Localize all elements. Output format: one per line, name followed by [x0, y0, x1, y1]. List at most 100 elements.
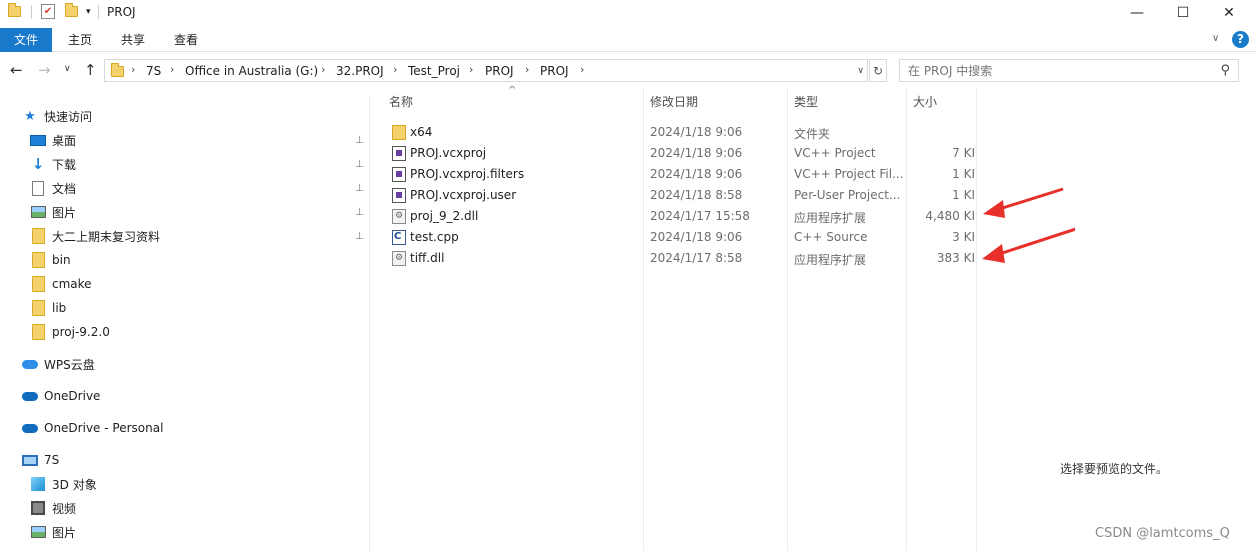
refresh-button[interactable]: ↻ [869, 59, 887, 82]
wps-cloud-icon [22, 359, 38, 369]
tab-share[interactable]: 共享 [111, 28, 155, 52]
file-row[interactable]: PROJ.vcxproj.user 2024/1/18 8:58 Per-Use… [380, 185, 977, 206]
breadcrumb-separator[interactable]: › [131, 63, 135, 76]
dll-icon [392, 209, 406, 224]
file-size: 383 KI [936, 251, 975, 265]
breadcrumb-32proj[interactable]: 32.PROJ [336, 64, 384, 78]
breadcrumb-proj[interactable]: PROJ [485, 64, 514, 78]
nav-label: OneDrive - Personal [44, 421, 164, 435]
nav-item-review-folder[interactable]: 大二上期末复习资料 [30, 225, 160, 247]
vc-project-user-icon [392, 188, 406, 203]
up-button[interactable]: ↑ [84, 61, 97, 79]
nav-item-pc-pictures[interactable]: 图片 [30, 521, 76, 543]
nav-quick-access[interactable]: ★ 快速访问 [22, 105, 92, 127]
search-icon[interactable]: ⚲ [1220, 63, 1230, 78]
file-row[interactable]: tiff.dll 2024/1/17 8:58 应用程序扩展 383 KI [380, 248, 977, 269]
nav-label: 3D 对象 [52, 477, 97, 492]
nav-label: lib [52, 301, 67, 315]
column-header-type[interactable]: 类型 [794, 88, 818, 118]
file-row[interactable]: x64 2024/1/18 9:06 文件夹 [380, 122, 977, 143]
file-row[interactable]: test.cpp 2024/1/18 9:06 C++ Source 3 KI [380, 227, 977, 248]
breadcrumb-test-proj[interactable]: Test_Proj [408, 64, 460, 78]
breadcrumb-separator[interactable]: › [580, 63, 584, 76]
column-header-size[interactable]: 大小 [913, 88, 937, 118]
nav-item-bin[interactable]: bin [30, 249, 71, 271]
close-button[interactable]: ✕ [1206, 0, 1252, 26]
computer-icon [22, 454, 38, 466]
file-date: 2024/1/18 9:06 [650, 230, 743, 244]
back-button[interactable]: ← [10, 61, 23, 79]
properties-icon[interactable]: ✔ [41, 4, 55, 19]
nav-item-3d-objects[interactable]: 3D 对象 [30, 473, 97, 495]
forward-button[interactable]: → [38, 61, 51, 79]
tab-file[interactable]: 文件 [0, 28, 52, 52]
nav-item-desktop[interactable]: 桌面 [30, 129, 76, 151]
nav-item-cmake[interactable]: cmake [30, 273, 92, 295]
breadcrumb-separator[interactable]: › [525, 63, 529, 76]
address-row: ← → ∨ ↑ › 7S › Office in Australia (G:) … [0, 56, 1257, 86]
file-name: PROJ.vcxproj.user [410, 188, 517, 202]
nav-item-documents[interactable]: 文档 [30, 177, 76, 199]
window-title: PROJ [107, 5, 136, 19]
file-size: 4,480 KI [925, 209, 975, 223]
nav-onedrive[interactable]: OneDrive [22, 385, 100, 407]
nav-wps-cloud[interactable]: WPS云盘 [22, 353, 95, 375]
file-name: PROJ.vcxproj [410, 146, 487, 160]
breadcrumb-drive[interactable]: Office in Australia (G:) [185, 64, 318, 78]
file-date: 2024/1/18 9:06 [650, 125, 743, 139]
search-box[interactable]: ⚲ [899, 59, 1239, 82]
breadcrumb-proj-current[interactable]: PROJ [540, 64, 569, 78]
nav-item-downloads[interactable]: ↓ 下载 [30, 153, 76, 175]
breadcrumb-7s[interactable]: 7S [146, 64, 161, 78]
minimize-button[interactable]: — [1114, 0, 1160, 26]
nav-item-lib[interactable]: lib [30, 297, 66, 319]
nav-this-pc[interactable]: 7S [22, 449, 59, 471]
file-row[interactable]: PROJ.vcxproj.filters 2024/1/18 9:06 VC++… [380, 164, 977, 185]
address-dropdown-icon[interactable]: ∨ [857, 66, 864, 76]
title-bar: ✔ ▾ PROJ — ☐ ✕ [0, 0, 1257, 26]
collapse-ribbon-icon[interactable]: ∨ [1212, 33, 1219, 44]
maximize-button[interactable]: ☐ [1160, 0, 1206, 26]
pin-icon[interactable]: ⊥ [355, 183, 364, 194]
file-type: VC++ Project [794, 146, 876, 160]
folder-icon [31, 252, 45, 268]
breadcrumb-separator[interactable]: › [393, 63, 397, 76]
tab-home[interactable]: 主页 [58, 28, 102, 52]
file-type: 文件夹 [794, 127, 831, 141]
customize-toolbar-icon[interactable]: ▾ [86, 7, 91, 17]
nav-label: 图片 [52, 205, 77, 220]
pin-icon[interactable]: ⊥ [355, 159, 364, 170]
file-row[interactable]: PROJ.vcxproj 2024/1/18 9:06 VC++ Project… [380, 143, 977, 164]
breadcrumb-separator[interactable]: › [321, 63, 325, 76]
recent-locations-button[interactable]: ∨ [64, 64, 71, 74]
file-name: proj_9_2.dll [410, 209, 479, 223]
tab-view[interactable]: 查看 [164, 28, 208, 52]
nav-label: 下载 [52, 157, 77, 172]
watermark: CSDN @lamtcoms_Q [1095, 526, 1230, 541]
nav-onedrive-personal[interactable]: OneDrive - Personal [22, 417, 163, 439]
column-header-date[interactable]: 修改日期 [650, 88, 698, 118]
dll-icon [392, 251, 406, 266]
onedrive-icon [22, 423, 38, 433]
3d-objects-icon [31, 477, 45, 491]
file-date: 2024/1/18 8:58 [650, 188, 743, 202]
pin-icon[interactable]: ⊥ [355, 231, 364, 242]
search-input[interactable] [900, 60, 1200, 81]
folder-icon [8, 3, 21, 17]
nav-item-proj-920[interactable]: proj-9.2.0 [30, 321, 110, 343]
nav-item-pictures[interactable]: 图片 [30, 201, 76, 223]
new-folder-icon[interactable] [65, 3, 78, 17]
cpp-source-icon [392, 230, 406, 245]
nav-label: OneDrive [44, 389, 101, 403]
help-icon[interactable]: ? [1232, 31, 1249, 48]
nav-item-videos[interactable]: 视频 [30, 497, 76, 519]
breadcrumb-separator[interactable]: › [469, 63, 473, 76]
address-bar[interactable]: › 7S › Office in Australia (G:) › 32.PRO… [104, 59, 868, 82]
file-name: test.cpp [410, 230, 459, 244]
file-name: x64 [410, 125, 433, 139]
column-header-name[interactable]: 名称 [389, 88, 413, 118]
pin-icon[interactable]: ⊥ [355, 207, 364, 218]
pin-icon[interactable]: ⊥ [355, 135, 364, 146]
breadcrumb-separator[interactable]: › [170, 63, 174, 76]
file-row[interactable]: proj_9_2.dll 2024/1/17 15:58 应用程序扩展 4,48… [380, 206, 977, 227]
